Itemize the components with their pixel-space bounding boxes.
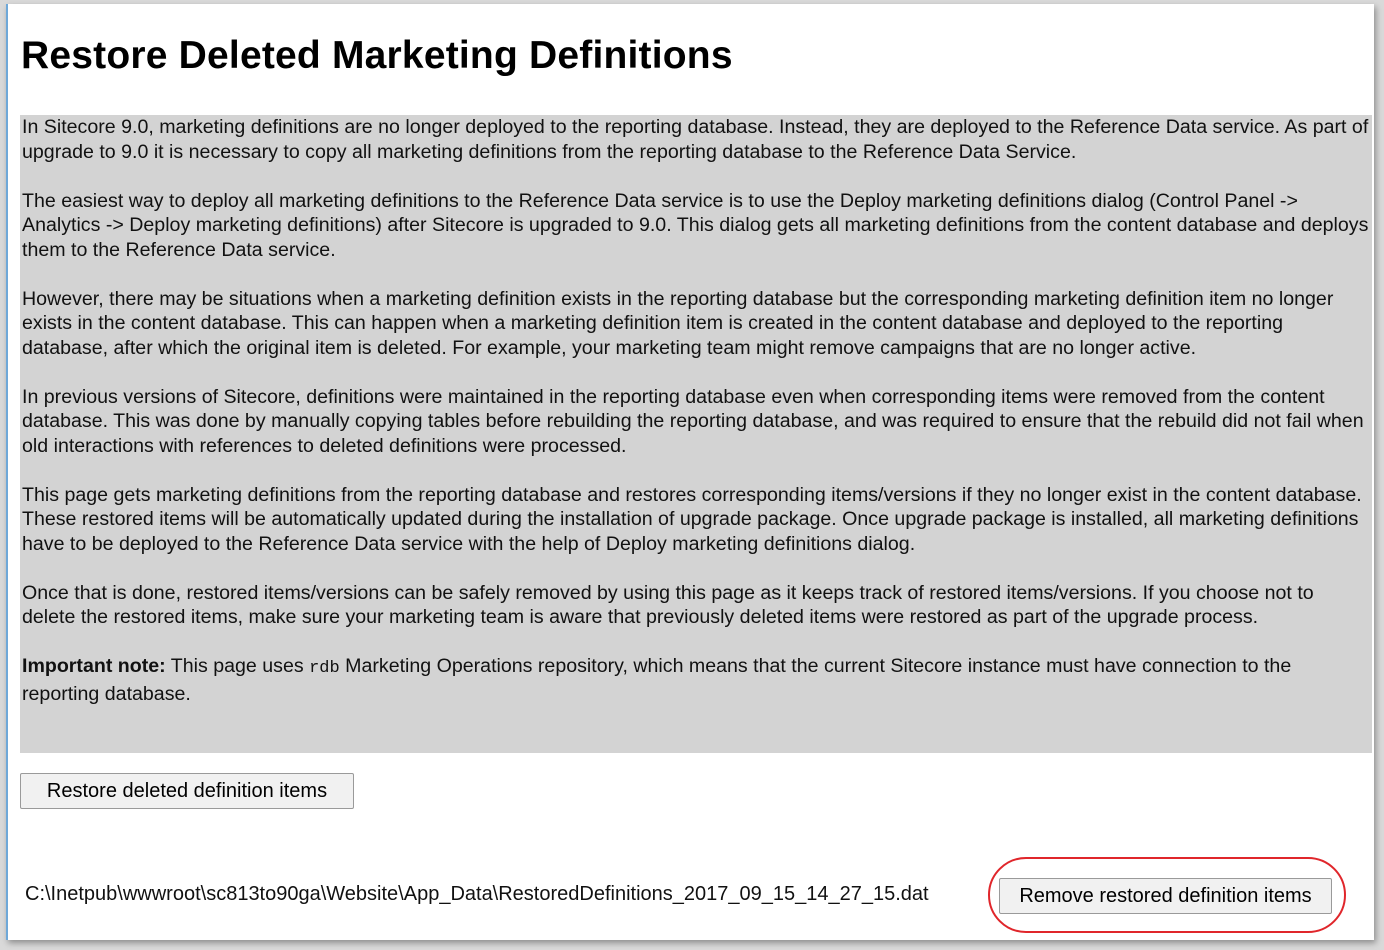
info-paragraph: However, there may be situations when a … [22, 287, 1334, 359]
important-note: Important note: This page uses rdb Marke… [22, 654, 1370, 706]
info-panel: In Sitecore 9.0, marketing definitions a… [20, 115, 1372, 753]
info-paragraph: Once that is done, restored items/versio… [22, 581, 1314, 629]
important-note-label: Important note: [22, 655, 166, 677]
info-paragraph: In Sitecore 9.0, marketing definitions a… [22, 116, 1369, 163]
important-note-text: This page uses [165, 655, 310, 677]
info-paragraph: In previous versions of Sitecore, defini… [22, 385, 1364, 457]
info-paragraph: This page gets marketing definitions fro… [22, 483, 1362, 555]
remove-restored-items-button[interactable]: Remove restored definition items [999, 878, 1332, 914]
info-paragraph: The easiest way to deploy all marketing … [22, 189, 1369, 261]
repository-code: rdb [309, 659, 340, 678]
restored-file-path: C:\Inetpub\wwwroot\sc813to90ga\Website\A… [25, 883, 929, 905]
page-title: Restore Deleted Marketing Definitions [21, 34, 733, 77]
restore-deleted-items-button[interactable]: Restore deleted definition items [20, 773, 354, 809]
page-frame: Restore Deleted Marketing Definitions In… [6, 4, 1374, 940]
